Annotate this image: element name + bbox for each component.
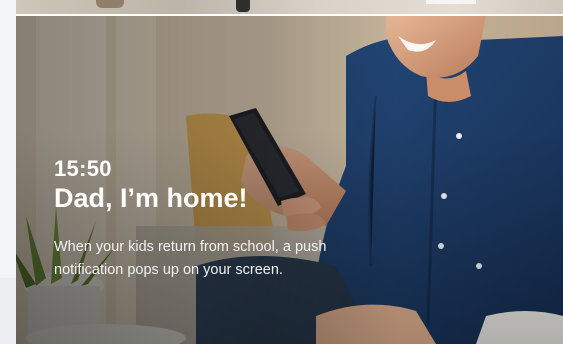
notification-title: Dad, I’m home! — [54, 183, 248, 213]
top-photo-object — [426, 0, 476, 4]
hero-photo-card: 15:50 Dad, I’m home! When your kids retu… — [16, 16, 563, 344]
notification-text-block: 15:50 Dad, I’m home! When your kids retu… — [54, 156, 354, 282]
top-photo-strip — [16, 0, 563, 14]
sidebar-lower-block — [0, 278, 16, 344]
left-sidebar-strip — [0, 0, 16, 344]
notification-time: 15:50 — [54, 156, 112, 181]
top-photo-object — [96, 0, 124, 8]
notification-description: When your kids return from school, a pus… — [54, 239, 327, 278]
page: 15:50 Dad, I’m home! When your kids retu… — [0, 0, 563, 344]
top-photo-object — [236, 0, 250, 12]
